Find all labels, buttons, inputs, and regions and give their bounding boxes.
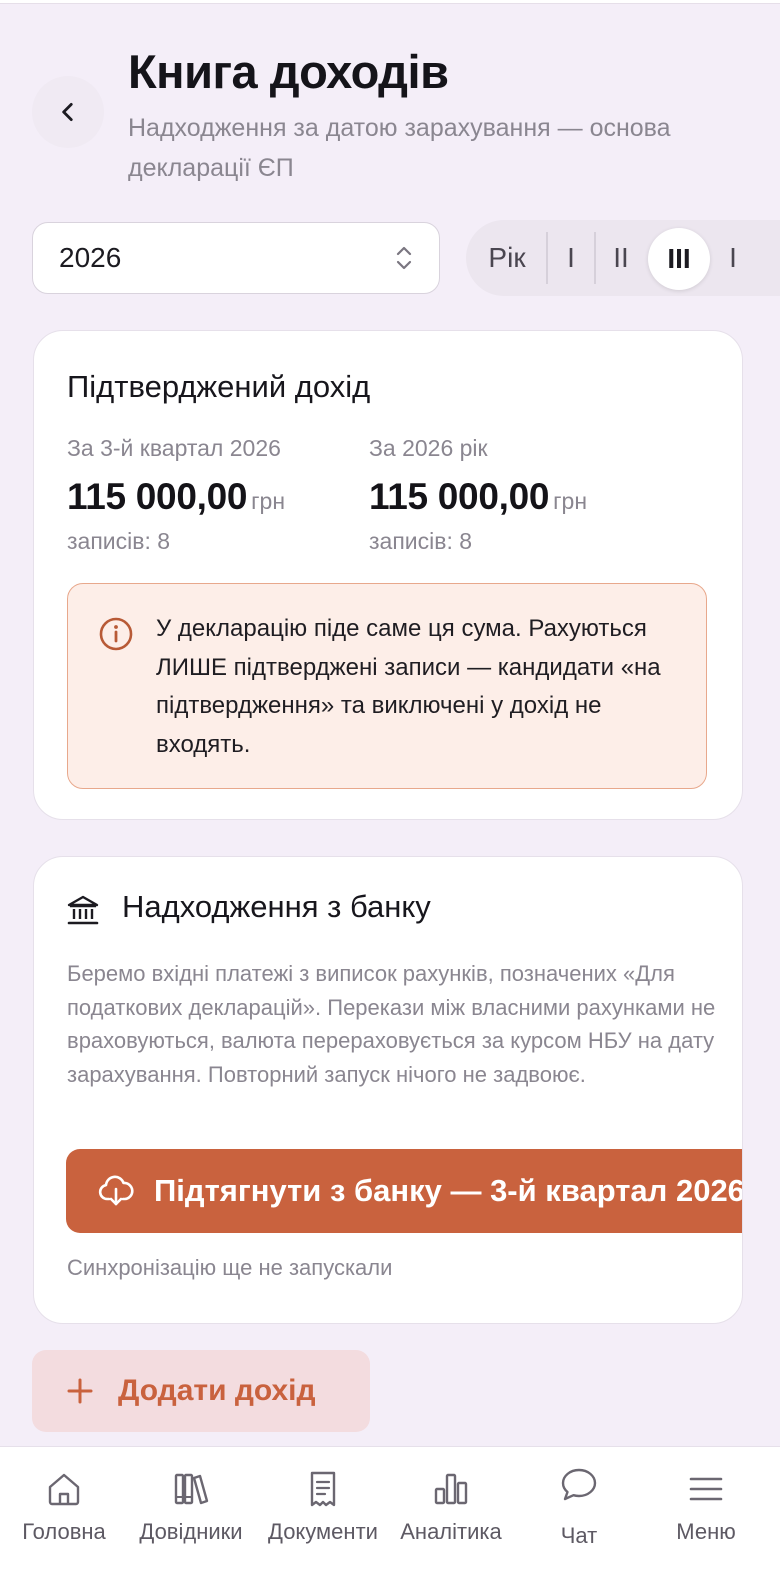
add-income-button[interactable]: Додати дохід <box>32 1350 370 1432</box>
nav-label: Документи <box>268 1519 378 1544</box>
stat-amount: 115 000,00 грн <box>67 476 285 518</box>
nav-item-menu[interactable]: Меню <box>660 1447 752 1588</box>
period-tab-q1[interactable]: I <box>548 220 594 296</box>
plus-icon <box>67 1378 93 1404</box>
year-stat: За 2026 рік 115 000,00 грн записів: 8 <box>369 435 587 555</box>
period-tab-year[interactable]: Рік <box>466 220 548 296</box>
year-select-value: 2026 <box>59 242 122 273</box>
home-icon <box>48 1473 80 1506</box>
record-count: записів: 8 <box>67 528 171 554</box>
period-tab-q2[interactable]: II <box>596 220 646 296</box>
page-subtitle: Надходження за датою зарахування — основ… <box>128 114 671 182</box>
nav-label: Аналітика <box>400 1519 502 1544</box>
confirmed-income-card: Підтверджений дохід За 3-й квартал 2026 … <box>33 330 743 820</box>
info-notice: У декларацію піде саме ця сума. Рахуютьс… <box>67 583 707 789</box>
period-segmented-control: Рік I II III I <box>466 220 780 296</box>
currency-unit: грн <box>251 488 286 514</box>
sync-bank-button[interactable]: Підтягнути з банку — 3-й квартал 2026 <box>66 1149 742 1233</box>
nav-item-analytics[interactable]: Аналітика <box>392 1447 510 1588</box>
books-icon <box>174 1473 209 1505</box>
quarter-stat: За 3-й квартал 2026 115 000,00 грн записі… <box>67 435 285 555</box>
stat-label: За 2026 рік <box>369 435 488 461</box>
notice-text: У декларацію піде саме ця сума. Рахуютьс… <box>156 615 661 758</box>
chat-icon <box>561 1468 597 1501</box>
nav-label: Чат <box>560 1523 598 1548</box>
amount-value: 115 000,00 <box>369 476 550 517</box>
bar-chart-icon <box>434 1473 468 1505</box>
card-title: Підтверджений дохід <box>67 369 371 404</box>
currency-unit: грн <box>553 488 588 514</box>
add-income-label: Додати дохід <box>118 1374 316 1407</box>
back-button[interactable] <box>32 76 104 148</box>
nav-item-references[interactable]: Довідники <box>128 1447 254 1588</box>
chevron-left-icon <box>62 103 73 121</box>
bank-income-card: Надходження з банку Беремо вхідні платеж… <box>33 856 743 1324</box>
select-arrows-icon <box>396 246 412 270</box>
sync-button-label: Підтягнути з банку — 3-й квартал 2026 <box>154 1173 742 1208</box>
period-tab-q3[interactable]: III <box>648 228 710 290</box>
bottom-nav: Головна Довідники Документи Аналітика Ча… <box>0 1446 780 1588</box>
period-tab-q4[interactable]: I <box>718 220 748 296</box>
sync-status: Синхронізацію ще не запускали <box>67 1255 393 1280</box>
amount-value: 115 000,00 <box>67 476 248 517</box>
info-icon <box>99 617 133 651</box>
page-title: Книга доходів <box>128 45 449 98</box>
document-icon <box>310 1471 336 1507</box>
nav-label: Головна <box>22 1519 106 1544</box>
stat-amount: 115 000,00 грн <box>369 476 587 518</box>
bank-description: Беремо вхідні платежі з виписок рахунків… <box>67 961 716 1087</box>
nav-label: Довідники <box>139 1519 243 1544</box>
stat-label: За 3-й квартал 2026 <box>67 435 281 461</box>
cloud-download-icon <box>98 1175 134 1206</box>
menu-icon <box>689 1477 723 1501</box>
nav-item-documents[interactable]: Документи <box>258 1447 388 1588</box>
bank-icon <box>67 895 99 925</box>
nav-item-home[interactable]: Головна <box>14 1447 114 1588</box>
nav-item-chat[interactable]: Чат <box>534 1447 624 1588</box>
year-select[interactable]: 2026 <box>32 222 440 294</box>
nav-label: Меню <box>676 1519 736 1544</box>
record-count: записів: 8 <box>369 528 473 554</box>
status-strip <box>0 0 780 4</box>
card-title: Надходження з банку <box>122 889 431 924</box>
